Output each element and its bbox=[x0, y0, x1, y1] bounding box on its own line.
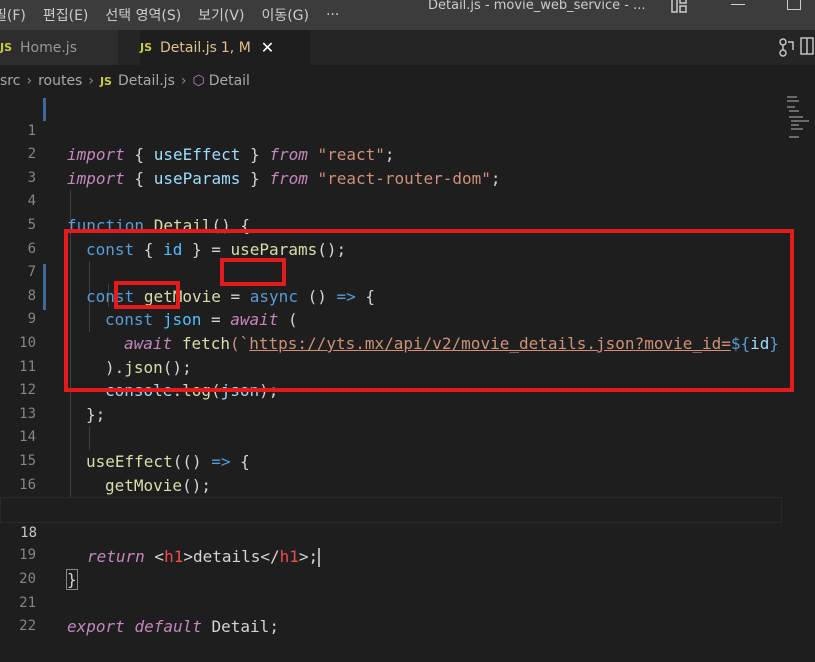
code-editor[interactable]: 1 import { useEffect } from "react"; 2 i… bbox=[0, 96, 815, 661]
tab-label: Home.js bbox=[20, 39, 77, 56]
symbol-method-icon: ⬡ bbox=[192, 73, 205, 89]
close-icon[interactable]: ✕ bbox=[261, 38, 274, 57]
chevron-right-icon: › bbox=[26, 73, 33, 89]
code-line[interactable]: 22 bbox=[0, 592, 780, 634]
breadcrumb-src[interactable]: src bbox=[0, 73, 20, 89]
code-line[interactable]: 16 }, []); bbox=[0, 450, 780, 519]
menu-more[interactable]: ··· bbox=[326, 7, 339, 23]
maximize-icon[interactable] bbox=[787, 0, 801, 10]
code-line[interactable]: 1 import { useEffect } from "react"; bbox=[0, 96, 780, 165]
code-line[interactable]: 19 } bbox=[0, 521, 780, 590]
code-line[interactable]: 20 bbox=[0, 544, 780, 587]
tab-home-js[interactable]: JS Home.js bbox=[0, 30, 118, 65]
code-line[interactable]: 3 bbox=[0, 143, 780, 186]
breadcrumb-file[interactable]: Detail.js bbox=[118, 73, 175, 89]
menu-view[interactable]: 보기(V) bbox=[198, 5, 244, 25]
tab-bar: JS Home.js JS Detail.js 1, M ✕ bbox=[0, 30, 815, 65]
js-file-icon: JS bbox=[0, 41, 13, 54]
code-line[interactable]: 5 const { id } = useParams(); bbox=[0, 190, 780, 259]
code-line[interactable]: 21 export default Detail; bbox=[0, 568, 780, 637]
highlight-box-await-1 bbox=[220, 258, 286, 286]
tab-detail-js[interactable]: JS Detail.js 1, M ✕ bbox=[140, 30, 310, 65]
highlight-box-getmovie bbox=[64, 229, 794, 392]
highlight-box-await-2 bbox=[114, 281, 180, 309]
menu-selection[interactable]: 선택 영역(S) bbox=[105, 5, 181, 25]
title-bar: 필(F) 편집(E) 선택 영역(S) 보기(V) 이동(G) ··· Deta… bbox=[0, 0, 815, 30]
minimize-icon[interactable] bbox=[731, 4, 745, 5]
tab-status: 1, M bbox=[220, 39, 251, 56]
code-line[interactable]: 2 import { useParams } from "react-route… bbox=[0, 120, 780, 188]
code-line[interactable]: 17 bbox=[0, 474, 780, 516]
minimap[interactable] bbox=[783, 96, 813, 146]
window-title: Detail.js - movie_web_service - ... bbox=[428, 0, 646, 13]
line-number: 22 bbox=[19, 618, 36, 635]
menu-file[interactable]: 필(F) bbox=[0, 5, 26, 25]
breadcrumb: src › routes › JS Detail.js › ⬡ Detail bbox=[0, 70, 250, 92]
code-line-active[interactable]: 18 return <h1>details</h1>; bbox=[0, 497, 782, 568]
breadcrumb-routes[interactable]: routes bbox=[38, 73, 82, 89]
menu-edit[interactable]: 편집(E) bbox=[43, 5, 89, 25]
layout-icon[interactable] bbox=[670, 0, 688, 14]
tab-label: Detail.js bbox=[160, 39, 217, 56]
menu-bar: 필(F) 편집(E) 선택 영역(S) 보기(V) 이동(G) ··· bbox=[0, 5, 356, 25]
js-file-icon: JS bbox=[99, 74, 112, 88]
breadcrumb-symbol[interactable]: Detail bbox=[209, 73, 250, 89]
chevron-right-icon: › bbox=[88, 73, 94, 89]
code-line[interactable]: 4 function Detail() { bbox=[0, 167, 780, 235]
code-line[interactable]: 14 useEffect(() => { bbox=[0, 403, 780, 471]
js-file-icon: JS bbox=[140, 41, 153, 54]
menu-go[interactable]: 이동(G) bbox=[261, 5, 309, 25]
chevron-right-icon: › bbox=[180, 73, 187, 89]
code-line[interactable]: 15 getMovie(); bbox=[0, 426, 780, 495]
open-changes-icon[interactable] bbox=[775, 36, 815, 58]
